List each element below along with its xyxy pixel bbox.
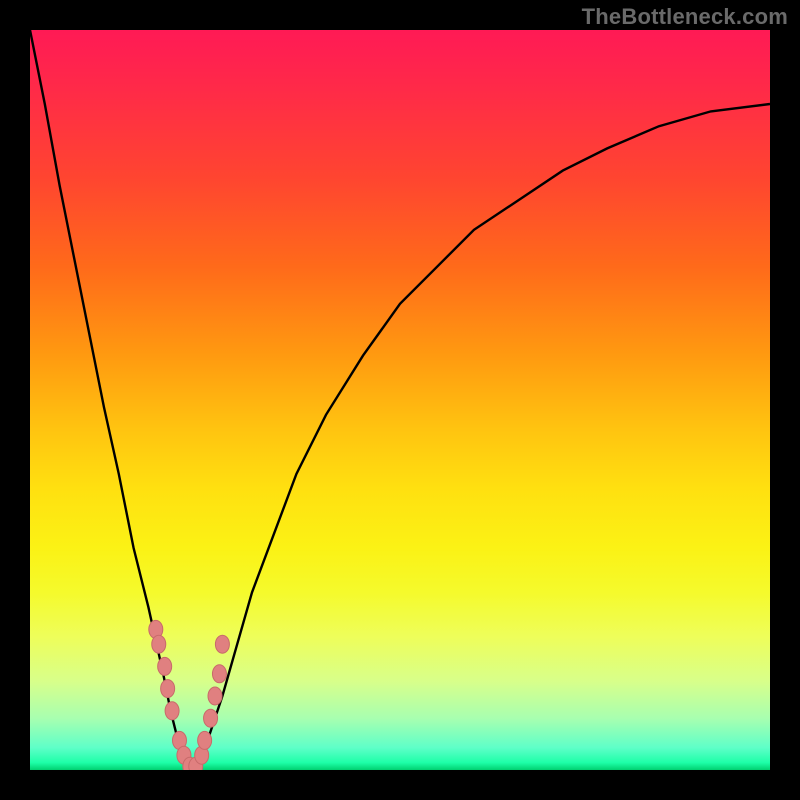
marker-dot [212, 665, 226, 683]
marker-dot [215, 635, 229, 653]
marker-dot [158, 657, 172, 675]
watermark-text: TheBottleneck.com [582, 4, 788, 30]
marker-dot [198, 731, 212, 749]
marker-dot [165, 702, 179, 720]
bottleneck-curve [30, 30, 770, 770]
curve-markers [149, 620, 230, 770]
marker-dot [161, 680, 175, 698]
marker-dot [152, 635, 166, 653]
outer-frame: TheBottleneck.com [0, 0, 800, 800]
plot-area [30, 30, 770, 770]
marker-dot [204, 709, 218, 727]
marker-dot [208, 687, 222, 705]
chart-svg [30, 30, 770, 770]
